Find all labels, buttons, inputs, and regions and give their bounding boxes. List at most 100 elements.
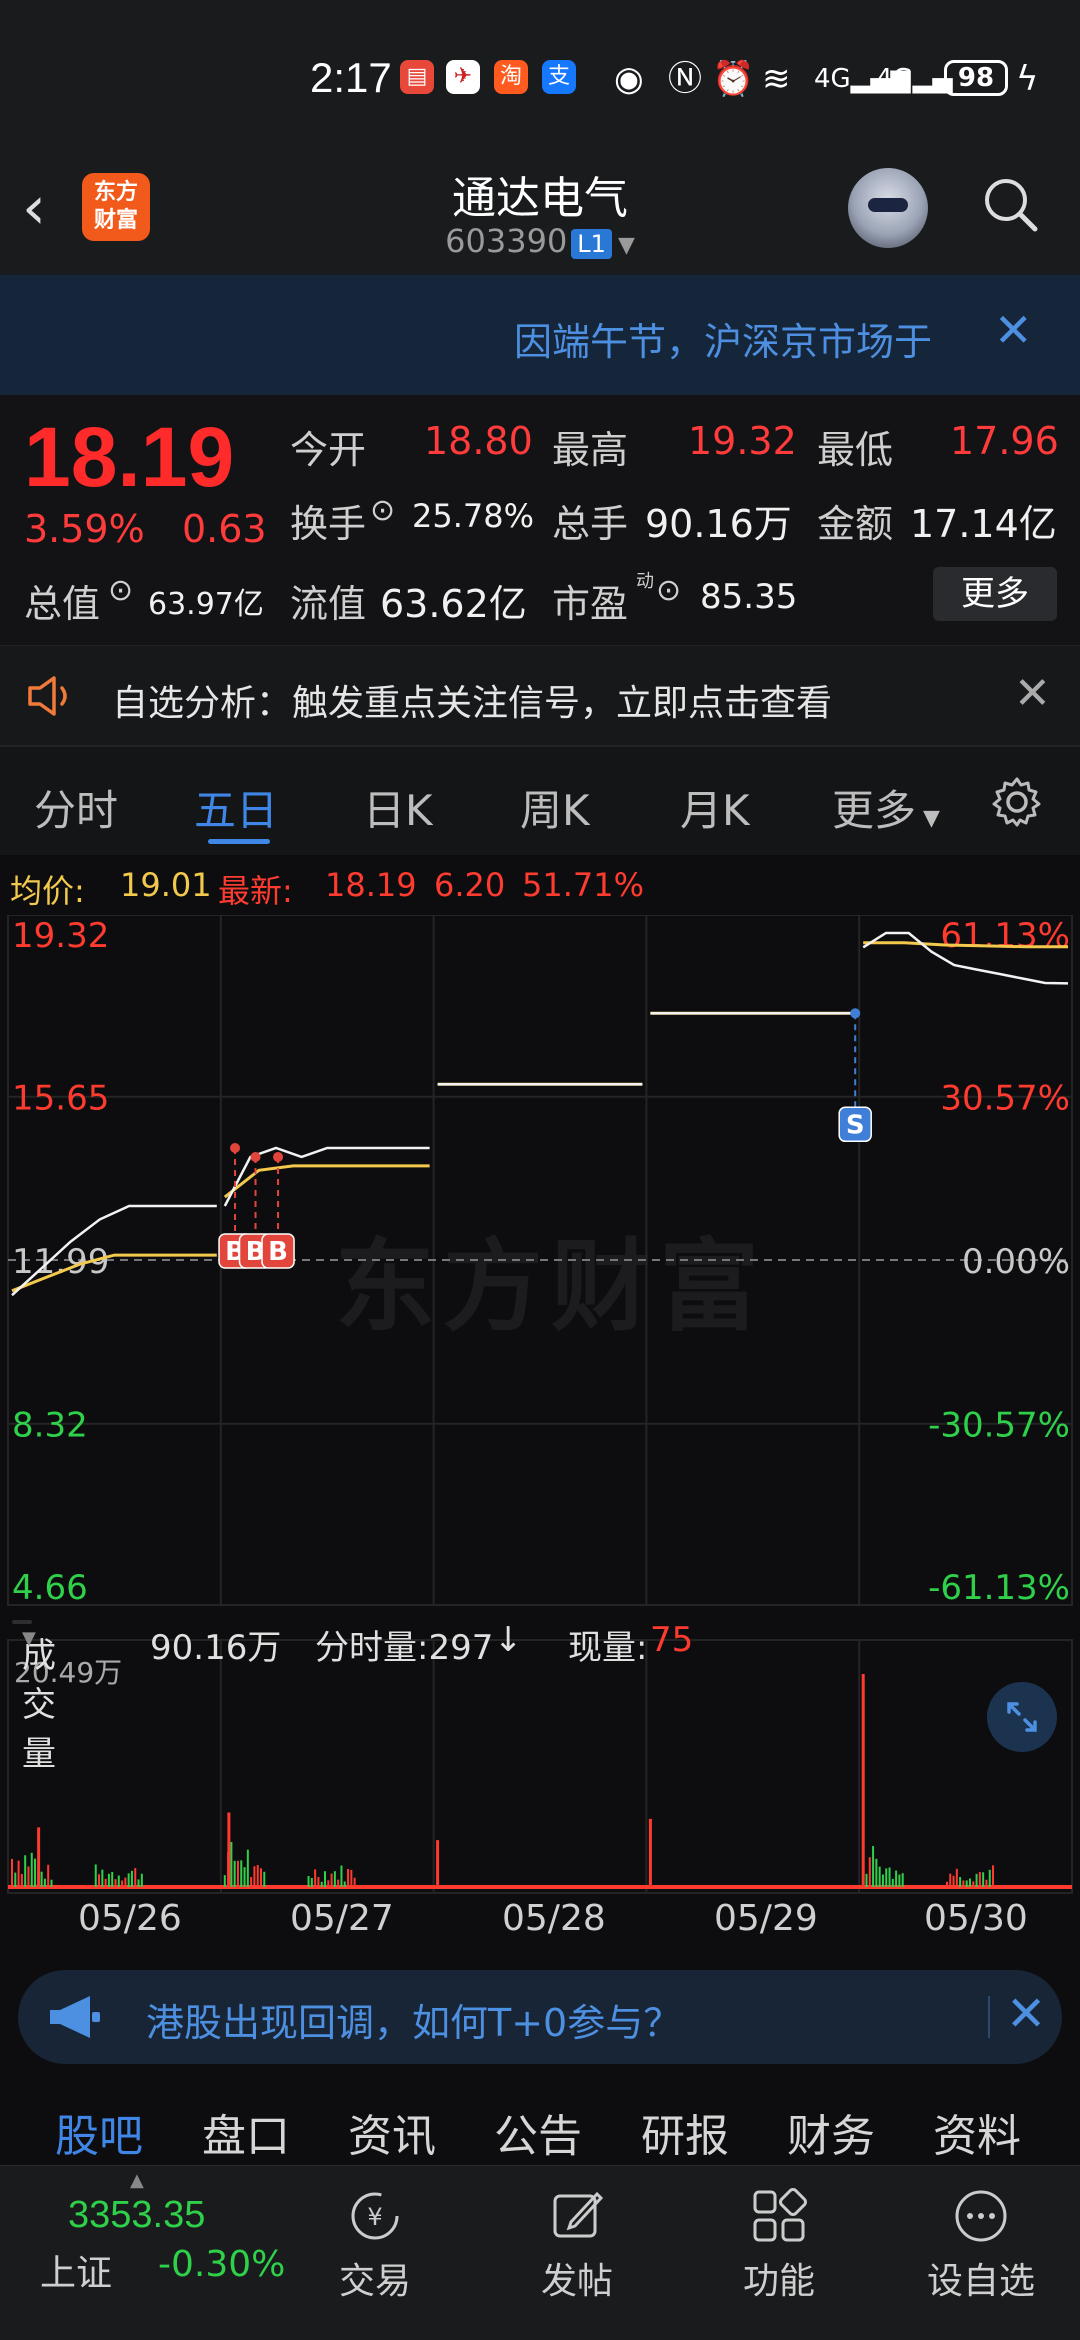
notice-text: 因端午节，沪深京市场于 <box>514 320 933 364</box>
more-dots-icon <box>955 2190 1007 2242</box>
chevron-down-icon: ▼ <box>22 1628 36 1649</box>
index-change: -0.30% <box>158 2244 286 2285</box>
y-axis-left-label: 11.99 <box>12 1242 109 1282</box>
high-value: 19.32 <box>688 419 797 463</box>
holiday-notice-banner[interactable]: 因端午节，沪深京市场于 ✕ <box>0 275 1080 395</box>
close-icon[interactable]: ✕ <box>994 303 1033 357</box>
tab-weekly-k[interactable]: 周K <box>520 777 590 838</box>
promo-banner[interactable]: 港股出现回调，如何T+0参与？ ✕ <box>18 1970 1062 2064</box>
nav-trade-label: 交易 <box>338 2261 411 2302</box>
charging-icon: ϟ <box>1016 59 1039 99</box>
info-icon[interactable]: ⊙ <box>370 493 395 528</box>
date-label: 05/30 <box>924 1898 1028 1939</box>
date-label: 05/28 <box>502 1898 606 1939</box>
y-axis-right-label: -61.13% <box>928 1568 1070 1608</box>
nav-trade[interactable]: ¥ 交易 <box>310 2176 440 2304</box>
watchlist-analysis-banner[interactable]: 自选分析：触发重点关注信号，立即点击查看 ✕ <box>0 645 1080 745</box>
stock-header: ‹ 东方 财富 通达电气 603390 L1 ▼ <box>0 150 1080 275</box>
tab-financials[interactable]: 财务 <box>787 2100 875 2164</box>
status-time: 2:17 <box>310 54 392 101</box>
price-chart-svg: 19.32 61.13% 15.65 30.57% 11.99 0.00% 8.32 -30.… <box>7 915 1073 1894</box>
tab-order-book[interactable]: 盘口 <box>202 2100 290 2164</box>
change-value: 0.63 <box>182 507 267 551</box>
tab-intraday[interactable]: 分时 <box>34 777 118 838</box>
tab-research[interactable]: 研报 <box>641 2100 729 2164</box>
chevron-down-icon: ▼ <box>617 233 635 258</box>
taobao-app-icon: 淘 <box>494 60 528 94</box>
chevron-down-icon: ▼ <box>916 806 940 831</box>
pe-value: 85.35 <box>700 577 798 617</box>
chart-period-tabs: 分时 五日 日K 周K 月K 更多 ▼ <box>0 745 1080 855</box>
info-icon[interactable]: ⊙ <box>656 573 681 608</box>
volume-header: 成交量 ▼ 90.16万 分时量:297 ↓ 现量: 75 <box>0 1612 1080 1774</box>
last-label: 最新: <box>218 872 293 910</box>
tab-daily-k[interactable]: 日K <box>363 777 433 838</box>
date-label: 05/27 <box>290 1898 394 1939</box>
tab-announcements[interactable]: 公告 <box>494 2100 582 2164</box>
turnover-value: 25.78% <box>412 497 535 535</box>
tick-volume-label: 分时量:297 <box>315 1628 494 1668</box>
assistant-robot-icon[interactable] <box>848 168 928 248</box>
gear-icon[interactable] <box>990 775 1044 829</box>
speaker-icon <box>28 676 67 716</box>
analysis-text: 自选分析：触发重点关注信号，立即点击查看 <box>112 683 833 724</box>
search-icon[interactable] <box>980 174 1040 234</box>
info-icon[interactable]: ⊙ <box>108 573 133 608</box>
current-volume-value: 75 <box>650 1620 694 1660</box>
eye-icon: ◉ <box>614 59 644 99</box>
index-value: 3353.35 <box>68 2194 206 2236</box>
tab-more[interactable]: 更多 ▼ <box>832 777 940 838</box>
content-tabs: 股吧 盘口 资讯 公告 研报 财务 资料 <box>0 2080 1080 2162</box>
tab-more-label: 更多 <box>832 786 917 835</box>
nav-add-watchlist[interactable]: 设自选 <box>916 2176 1046 2304</box>
pe-dynamic-mark: 动 <box>636 571 654 592</box>
five-day-chart[interactable]: 东方财富 19.32 61.13% 15.65 30.57% 11.99 0.00% 8.3… <box>0 915 1080 1915</box>
nav-post-label: 发帖 <box>540 2261 613 2302</box>
edit-icon <box>553 2191 604 2238</box>
svg-text:¥: ¥ <box>367 2203 382 2231</box>
tab-news[interactable]: 资讯 <box>348 2100 436 2164</box>
trade-icon: ¥ <box>351 2192 399 2240</box>
tab-five-day[interactable]: 五日 <box>194 777 278 838</box>
signal-2-icon: 4G▂▄ <box>876 64 953 94</box>
up-caret-icon: ▲ <box>130 2170 144 2191</box>
low-label: 最低 <box>817 428 894 472</box>
nfc-icon: Ⓝ <box>668 59 702 99</box>
megaphone-icon <box>50 1996 100 2038</box>
total-mv-label: 总值 <box>24 582 101 626</box>
expand-button[interactable] <box>987 1682 1057 1752</box>
pe-label: 市盈 <box>552 582 629 626</box>
tab-monthly-k[interactable]: 月K <box>680 777 750 838</box>
change-percent: 3.59% <box>24 507 145 551</box>
nav-post[interactable]: 发帖 <box>512 2176 642 2304</box>
quote-panel: 18.19 3.59% 0.63 今开 18.80 最高 19.32 最低 17… <box>0 395 1080 645</box>
last-value: 18.19 <box>325 866 417 904</box>
date-label: 05/29 <box>714 1898 818 1939</box>
more-button[interactable]: 更多 <box>933 567 1057 621</box>
y-axis-left-label: 4.66 <box>12 1568 88 1608</box>
volume-total: 90.16万 <box>150 1628 282 1668</box>
grid-icon <box>753 2188 807 2242</box>
volume-label: 总手 <box>552 502 629 546</box>
divider <box>988 1996 990 2038</box>
close-icon[interactable]: ✕ <box>1014 668 1051 719</box>
y-axis-right-label: 61.13% <box>940 916 1070 956</box>
last-price: 18.19 <box>24 410 235 504</box>
y-axis-right-label: 30.57% <box>940 1079 1070 1119</box>
tab-forum[interactable]: 股吧 <box>55 2100 143 2164</box>
bottom-nav: ▲ 3353.35 上证 -0.30% ¥ 交易 发帖 功能 设自选 <box>0 2165 1080 2340</box>
promo-text: 港股出现回调，如何T+0参与？ <box>146 2001 682 2045</box>
high-label: 最高 <box>552 428 629 472</box>
avg-value: 19.01 <box>120 866 212 904</box>
float-mv-value: 63.62亿 <box>380 582 527 626</box>
date-axis: 05/26 05/27 05/28 05/29 05/30 <box>0 1898 1080 1948</box>
airport-app-icon: ✈ <box>446 60 480 94</box>
y-axis-right-label: -30.57% <box>928 1406 1070 1446</box>
close-icon[interactable]: ✕ <box>1006 1986 1046 2042</box>
volume-indicator-select[interactable]: 成交量 ▼ <box>12 1620 56 1774</box>
chg-value: 6.20 <box>434 866 506 904</box>
nav-add-watchlist-label: 设自选 <box>926 2261 1035 2302</box>
nav-functions[interactable]: 功能 <box>714 2176 844 2304</box>
chart-info-line: 均价: 19.01 最新: 18.19 6.20 51.71% <box>0 860 1080 910</box>
tab-profile[interactable]: 资料 <box>933 2100 1021 2164</box>
